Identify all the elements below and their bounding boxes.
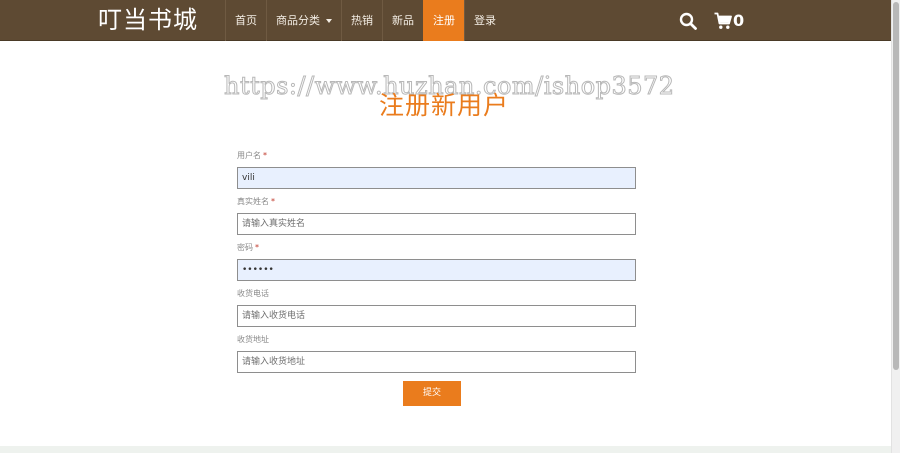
page: 叮当书城 首页 商品分类 热销 新品 注册 登录 0 https://www.h… [0,0,900,453]
required-mark: * [271,197,275,206]
required-mark: * [263,151,267,160]
phone-label: 收货电话 [237,288,637,300]
cart-icon [714,12,732,29]
top-navbar: 叮当书城 首页 商品分类 热销 新品 注册 登录 0 [0,0,891,41]
nav-item-hot[interactable]: 热销 [341,0,382,41]
phone-field-group: 收货电话 [237,288,637,327]
page-title: 注册新用户 [378,91,509,120]
password-label-text: 密码 [237,243,253,252]
footer-strip [0,446,891,453]
password-field-group: 密码 * [237,242,637,281]
nav-item-label: 热销 [351,14,373,27]
password-label: 密码 * [237,242,637,254]
nav-item-label: 注册 [433,14,455,27]
submit-row: 提交 [237,380,637,406]
required-mark: * [255,243,259,252]
address-label: 收货地址 [237,334,637,346]
address-input[interactable] [237,351,636,373]
nav-item-label: 商品分类 [276,14,320,27]
realname-field-group: 真实姓名 * [237,196,637,235]
nav-item-new[interactable]: 新品 [382,0,423,41]
vertical-scrollbar[interactable] [891,0,900,453]
username-label-text: 用户名 [237,151,261,160]
site-logo[interactable]: 叮当书城 [98,4,198,36]
search-button[interactable] [677,10,699,32]
nav-right-tools: 0 [677,0,744,41]
username-input[interactable] [237,167,636,189]
username-field-group: 用户名 * [237,150,637,189]
address-label-text: 收货地址 [237,335,269,344]
register-form: 用户名* 真实姓名* 密码* 收货电话 收货地址 [237,150,637,406]
search-icon [679,12,697,30]
nav-item-login[interactable]: 登录 [464,0,505,41]
nav-item-label: 首页 [235,14,257,27]
cart-count: 0 [733,10,745,30]
realname-label-text: 真实姓名 [237,197,269,206]
nav-item-label: 新品 [392,14,414,27]
caret-down-icon [326,18,332,23]
nav-item-categories[interactable]: 商品分类 [266,0,341,41]
scrollbar-thumb[interactable] [893,2,899,370]
submit-button[interactable]: 提交 [403,381,461,406]
realname-label: 真实姓名 * [237,196,637,208]
username-label: 用户名 * [237,150,637,162]
phone-input[interactable] [237,305,636,327]
nav-item-home[interactable]: 首页 [225,0,266,41]
nav-item-register[interactable]: 注册 [423,0,464,41]
main-nav: 首页 商品分类 热销 新品 注册 登录 [225,0,505,41]
cart-button[interactable]: 0 [714,9,744,33]
address-field-group: 收货地址 [237,334,637,373]
realname-input[interactable] [237,213,636,235]
phone-label-text: 收货电话 [237,289,269,298]
nav-item-label: 登录 [474,14,496,27]
password-input[interactable] [237,259,636,281]
